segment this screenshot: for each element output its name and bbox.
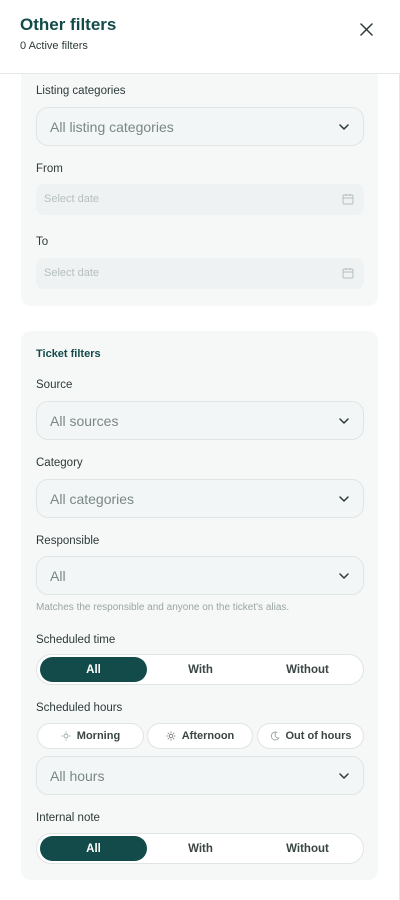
- source-select[interactable]: All sources: [36, 401, 364, 440]
- responsible-value: All: [50, 568, 66, 584]
- to-label: To: [36, 236, 49, 248]
- chip-morning[interactable]: Morning: [37, 723, 144, 749]
- category-value: All categories: [50, 491, 135, 507]
- chip-out-of-hours[interactable]: Out of hours: [257, 723, 364, 749]
- chip-afternoon[interactable]: Afternoon: [147, 723, 253, 749]
- scheduled-time-label: Scheduled time: [36, 634, 116, 646]
- listing-filters-card: Listing categories All listing categorie…: [21, 74, 378, 306]
- to-date-placeholder: Select date: [44, 267, 100, 279]
- chevron-down-icon: [339, 573, 349, 579]
- chip-out-of-hours-label: Out of hours: [285, 730, 352, 742]
- listing-categories-value: All listing categories: [50, 119, 174, 135]
- internal-note-option-all[interactable]: All: [40, 836, 147, 861]
- responsible-label: Responsible: [36, 535, 100, 547]
- calendar-icon: [342, 194, 354, 205]
- ticket-filters-title: Ticket filters: [36, 348, 101, 360]
- scheduled-hours-label: Scheduled hours: [36, 702, 123, 714]
- panel-header: Other filters 0 Active filters: [0, 0, 400, 74]
- source-value: All sources: [50, 413, 119, 429]
- internal-note-toggle: All With Without: [36, 833, 364, 864]
- chevron-down-icon: [339, 773, 349, 779]
- ticket-filters-card: Ticket filters Source All sources Catego…: [21, 331, 378, 880]
- chevron-down-icon: [339, 124, 349, 130]
- scheduled-time-option-all[interactable]: All: [40, 657, 147, 682]
- from-date-input[interactable]: Select date: [36, 184, 364, 215]
- sun-icon: [166, 731, 176, 741]
- chip-afternoon-label: Afternoon: [181, 730, 235, 742]
- internal-note-option-without[interactable]: Without: [254, 836, 361, 861]
- close-button[interactable]: [356, 19, 376, 39]
- close-icon: [359, 22, 373, 36]
- scheduled-time-option-with[interactable]: With: [147, 657, 254, 682]
- chevron-down-icon: [339, 496, 349, 502]
- panel-title: Other filters: [20, 15, 117, 34]
- chip-morning-label: Morning: [76, 730, 121, 742]
- source-label: Source: [36, 379, 73, 391]
- scheduled-hours-select[interactable]: All hours: [36, 756, 364, 795]
- chevron-down-icon: [339, 418, 349, 424]
- category-label: Category: [36, 457, 83, 469]
- listing-categories-label: Listing categories: [36, 85, 126, 97]
- listing-categories-select[interactable]: All listing categories: [36, 107, 364, 146]
- from-label: From: [36, 163, 63, 175]
- calendar-icon: [342, 268, 354, 279]
- responsible-helper-text: Matches the responsible and anyone on th…: [36, 602, 290, 613]
- category-select[interactable]: All categories: [36, 479, 364, 518]
- responsible-select[interactable]: All: [36, 556, 364, 595]
- moon-icon: [270, 731, 280, 741]
- scheduled-hours-value: All hours: [50, 768, 105, 784]
- active-filters-count: 0 Active filters: [20, 40, 88, 52]
- scheduled-time-toggle: All With Without: [36, 654, 364, 685]
- filters-panel: Other filters 0 Active filters Listing c…: [0, 0, 400, 900]
- internal-note-label: Internal note: [36, 812, 100, 824]
- internal-note-option-with[interactable]: With: [147, 836, 254, 861]
- from-date-placeholder: Select date: [44, 193, 100, 205]
- scheduled-time-option-without[interactable]: Without: [254, 657, 361, 682]
- to-date-input[interactable]: Select date: [36, 258, 364, 289]
- sunrise-icon: [61, 731, 71, 741]
